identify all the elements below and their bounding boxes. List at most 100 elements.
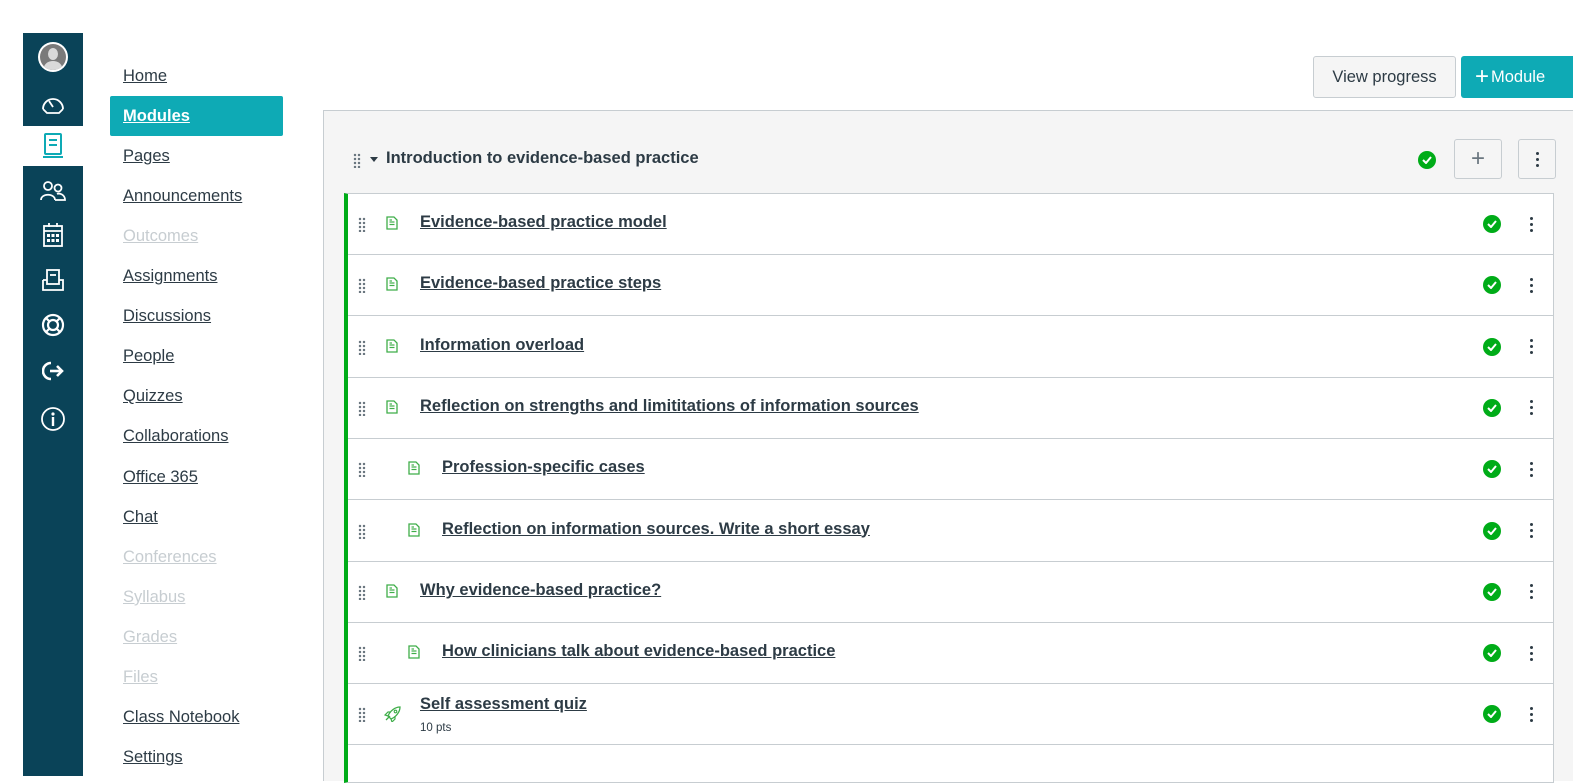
item-points: 10 pts <box>420 722 452 735</box>
drag-handle-icon[interactable] <box>358 462 366 478</box>
course-nav-people[interactable]: People <box>110 337 283 377</box>
help-icon <box>41 313 65 337</box>
drag-handle-icon[interactable] <box>358 523 366 539</box>
drag-handle-icon[interactable] <box>358 707 366 723</box>
published-icon[interactable] <box>1483 644 1501 663</box>
item-options-button[interactable] <box>1524 459 1538 479</box>
course-nav-chat[interactable]: Chat <box>110 497 283 537</box>
course-nav-modules[interactable]: Modules <box>110 96 283 137</box>
kebab-icon <box>1529 461 1533 477</box>
module-options-button[interactable] <box>1518 139 1556 179</box>
course-nav-settings[interactable]: Settings <box>110 738 283 778</box>
item-options-button[interactable] <box>1524 337 1538 357</box>
dashboard-icon <box>42 98 64 114</box>
page-icon <box>386 216 398 235</box>
view-progress-button[interactable]: View progress <box>1313 56 1456 98</box>
published-icon[interactable] <box>1483 460 1501 479</box>
drag-handle-icon[interactable] <box>358 339 366 355</box>
item-title-link[interactable]: Information overload <box>420 336 584 355</box>
logout-nav-item[interactable] <box>23 351 83 391</box>
module-header: Introduction to evidence-based practice … <box>324 111 1573 193</box>
page-icon <box>408 645 420 664</box>
course-nav-pages[interactable]: Pages <box>110 136 283 176</box>
item-title-link[interactable]: How clinicians talk about evidence-based… <box>442 642 835 661</box>
kebab-icon <box>1529 277 1533 293</box>
course-nav-office-365[interactable]: Office 365 <box>110 457 283 497</box>
calendar-nav-item[interactable] <box>23 215 83 255</box>
course-nav-quizzes[interactable]: Quizzes <box>110 377 283 417</box>
course-nav-class-notebook[interactable]: Class Notebook <box>110 698 283 738</box>
module-items: Evidence-based practice model Evidence-ba… <box>344 193 1554 783</box>
course-nav-conferences[interactable]: Conferences <box>110 537 283 577</box>
kebab-icon <box>1529 584 1533 600</box>
course-nav-discussions[interactable]: Discussions <box>110 297 283 337</box>
item-options-button[interactable] <box>1524 704 1538 724</box>
module-item: Evidence-based practice model <box>348 194 1553 255</box>
module-published-icon[interactable] <box>1418 151 1436 169</box>
item-options-button[interactable] <box>1524 275 1538 295</box>
global-nav <box>23 33 83 776</box>
item-title-link[interactable]: Why evidence-based practice? <box>420 581 661 600</box>
drag-handle-icon[interactable] <box>358 400 366 416</box>
page-icon <box>386 277 398 296</box>
item-options-button[interactable] <box>1524 521 1538 541</box>
published-icon[interactable] <box>1483 337 1501 356</box>
collapse-caret-icon[interactable] <box>370 157 378 162</box>
item-title-link[interactable]: Profession-specific cases <box>442 458 645 477</box>
module-item: Reflection on strengths and limititation… <box>348 377 1553 439</box>
module-drag-handle-icon[interactable] <box>353 153 361 168</box>
add-module-button[interactable]: + Module <box>1461 56 1573 98</box>
courses-nav-item[interactable] <box>23 126 83 166</box>
drag-handle-icon[interactable] <box>358 646 366 662</box>
item-title-link[interactable]: Self assessment quiz <box>420 695 587 714</box>
drag-handle-icon[interactable] <box>358 278 366 294</box>
course-nav-files[interactable]: Files <box>110 658 283 698</box>
item-options-button[interactable] <box>1524 398 1538 418</box>
item-title-link[interactable]: Reflection on information sources. Write… <box>442 520 870 539</box>
inbox-icon <box>42 269 64 291</box>
course-nav-home[interactable]: Home <box>110 56 283 96</box>
account-nav-item[interactable] <box>23 37 83 77</box>
item-title-link[interactable]: Evidence-based practice model <box>420 213 667 232</box>
drag-handle-icon[interactable] <box>358 217 366 232</box>
item-options-button[interactable] <box>1524 643 1538 663</box>
dashboard-nav-item[interactable] <box>23 83 83 123</box>
module-panel: Introduction to evidence-based practice … <box>323 110 1573 783</box>
module-title[interactable]: Introduction to evidence-based practice <box>386 149 699 168</box>
course-nav-announcements[interactable]: Announcements <box>110 176 283 216</box>
published-icon[interactable] <box>1483 398 1501 417</box>
item-title-link[interactable]: Reflection on strengths and limititation… <box>420 397 919 416</box>
published-icon[interactable] <box>1483 705 1501 724</box>
help-nav-item[interactable] <box>23 305 83 345</box>
course-nav-outcomes[interactable]: Outcomes <box>110 216 283 256</box>
inbox-nav-item[interactable] <box>23 260 83 300</box>
published-icon[interactable] <box>1483 582 1501 601</box>
course-nav-assignments[interactable]: Assignments <box>110 257 283 297</box>
logout-icon <box>42 361 64 381</box>
module-item: Self assessment quiz 10 pts <box>348 684 1553 746</box>
module-item: Information overload <box>348 316 1553 378</box>
course-nav-grades[interactable]: Grades <box>110 617 283 657</box>
groups-nav-item[interactable] <box>23 171 83 211</box>
groups-icon <box>40 181 66 201</box>
drag-handle-icon[interactable] <box>358 584 366 600</box>
item-title-link[interactable]: Evidence-based practice steps <box>420 274 661 293</box>
item-options-button[interactable] <box>1524 582 1538 602</box>
kebab-icon <box>1529 645 1533 661</box>
courses-icon <box>43 133 63 158</box>
add-item-button[interactable]: + <box>1454 139 1502 179</box>
kebab-icon <box>1529 400 1533 416</box>
plus-icon: + <box>1475 63 1490 90</box>
info-nav-item[interactable] <box>23 399 83 439</box>
page-icon <box>386 400 398 419</box>
module-item: Why evidence-based practice? <box>348 561 1553 623</box>
kebab-icon <box>1535 151 1539 167</box>
item-options-button[interactable] <box>1524 214 1538 234</box>
course-nav-syllabus[interactable]: Syllabus <box>110 577 283 617</box>
kebab-icon <box>1529 339 1533 355</box>
published-icon[interactable] <box>1483 276 1501 295</box>
course-nav-collaborations[interactable]: Collaborations <box>110 417 283 457</box>
module-item: How clinicians talk about evidence-based… <box>348 623 1553 685</box>
published-icon[interactable] <box>1483 521 1501 540</box>
published-icon[interactable] <box>1483 215 1501 233</box>
